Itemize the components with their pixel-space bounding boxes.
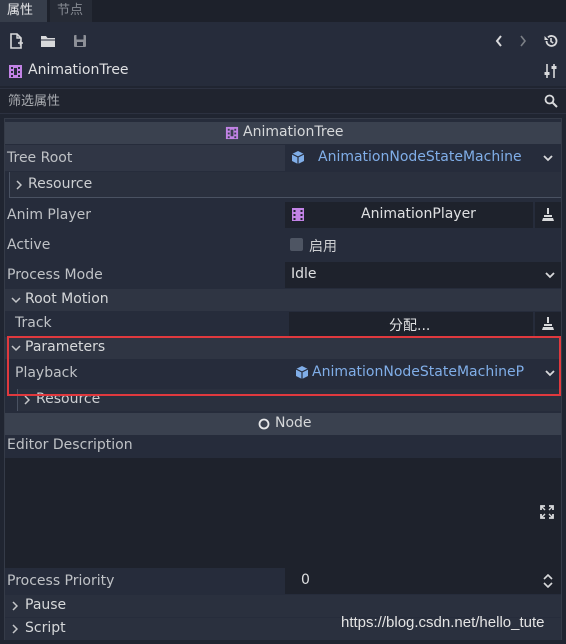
property-label: Process Priority <box>7 573 115 589</box>
property-label: Process Mode <box>7 267 103 283</box>
property-track: Track 分配... <box>5 312 561 336</box>
anim-player-value: AnimationPlayer <box>361 206 476 222</box>
tab-inspector[interactable]: 属性 <box>0 0 47 22</box>
node-circle-icon <box>258 418 270 430</box>
save-icon[interactable] <box>69 30 91 52</box>
resource-label: Resource <box>28 176 93 192</box>
section-header-node: Node <box>5 413 561 435</box>
property-process-priority: Process Priority 0 <box>5 568 561 594</box>
property-active: Active 启用 <box>5 232 561 258</box>
dock-tab-bar: 属性 节点 <box>0 0 566 22</box>
search-icon <box>544 94 558 108</box>
chevron-right-icon <box>12 601 18 611</box>
section-title: AnimationTree <box>243 124 344 140</box>
property-label: Track <box>15 315 52 331</box>
chevron-right-icon <box>24 395 30 405</box>
filter-properties <box>0 88 566 114</box>
process-mode-select[interactable]: Idle <box>285 262 561 288</box>
section-header-animationtree: AnimationTree <box>5 122 561 144</box>
chevron-right-icon <box>16 180 22 190</box>
group-label: Pause <box>25 597 67 613</box>
chevron-down-icon <box>545 271 555 279</box>
history-forward-icon[interactable] <box>512 30 534 52</box>
clear-button[interactable] <box>535 202 561 228</box>
clear-broom-icon <box>542 317 554 331</box>
filter-properties-input[interactable] <box>0 89 540 113</box>
group-label: Root Motion <box>25 291 109 307</box>
spinner-arrows-icon[interactable] <box>543 574 553 588</box>
tree-root-value: AnimationNodeStateMachine <box>318 149 522 165</box>
animation-player-icon <box>291 207 305 222</box>
highlight-box <box>7 336 561 396</box>
inspector-toolbar <box>0 22 566 58</box>
clear-broom-icon <box>542 208 554 222</box>
property-label: Editor Description <box>7 437 133 453</box>
watermark: https://blog.csdn.net/hello_tute <box>341 614 545 631</box>
anim-player-node-path[interactable]: AnimationPlayer <box>285 202 533 228</box>
chevron-down-icon[interactable] <box>543 154 553 162</box>
new-resource-icon[interactable] <box>5 30 27 52</box>
tab-node[interactable]: 节点 <box>50 0 92 22</box>
property-label: Active <box>7 237 51 253</box>
object-properties-icon[interactable] <box>544 63 558 79</box>
chevron-right-icon <box>12 624 18 634</box>
clear-button[interactable] <box>535 312 561 336</box>
object-history-icon[interactable] <box>540 30 562 52</box>
process-mode-value: Idle <box>291 266 317 282</box>
open-folder-icon[interactable] <box>37 30 59 52</box>
property-process-mode: Process Mode Idle <box>5 262 561 288</box>
property-label: Anim Player <box>7 207 91 223</box>
track-value: 分配... <box>389 318 431 334</box>
property-anim-player: Anim Player AnimationPlayer <box>5 202 561 228</box>
group-label: Script <box>25 620 66 636</box>
group-root-motion[interactable]: Root Motion <box>5 289 561 311</box>
property-editor-description: Editor Description <box>5 436 561 458</box>
animation-tree-icon <box>8 64 23 79</box>
property-tree-root: Tree Root AnimationNodeStateMachine <box>5 145 561 171</box>
resource-subsection[interactable]: Resource <box>9 172 561 198</box>
state-machine-cube-icon <box>291 150 305 165</box>
process-priority-value: 0 <box>301 572 310 588</box>
object-name[interactable]: AnimationTree <box>28 62 129 78</box>
tree-root-resource-picker[interactable]: AnimationNodeStateMachine <box>285 145 561 171</box>
chevron-down-icon <box>11 297 21 304</box>
object-bar: AnimationTree <box>0 58 566 86</box>
checkbox-label: 启用 <box>309 239 337 255</box>
section-title: Node <box>275 415 312 431</box>
expand-button[interactable] <box>529 458 561 568</box>
expand-fullscreen-icon <box>540 505 554 519</box>
editor-description-textarea[interactable] <box>5 458 529 568</box>
process-priority-spinbox[interactable]: 0 <box>285 568 561 594</box>
property-label: Tree Root <box>7 150 73 166</box>
active-checkbox[interactable] <box>290 238 303 251</box>
history-back-icon[interactable] <box>488 30 510 52</box>
track-assign-button[interactable]: 分配... <box>289 312 533 336</box>
animation-tree-icon <box>225 126 239 140</box>
